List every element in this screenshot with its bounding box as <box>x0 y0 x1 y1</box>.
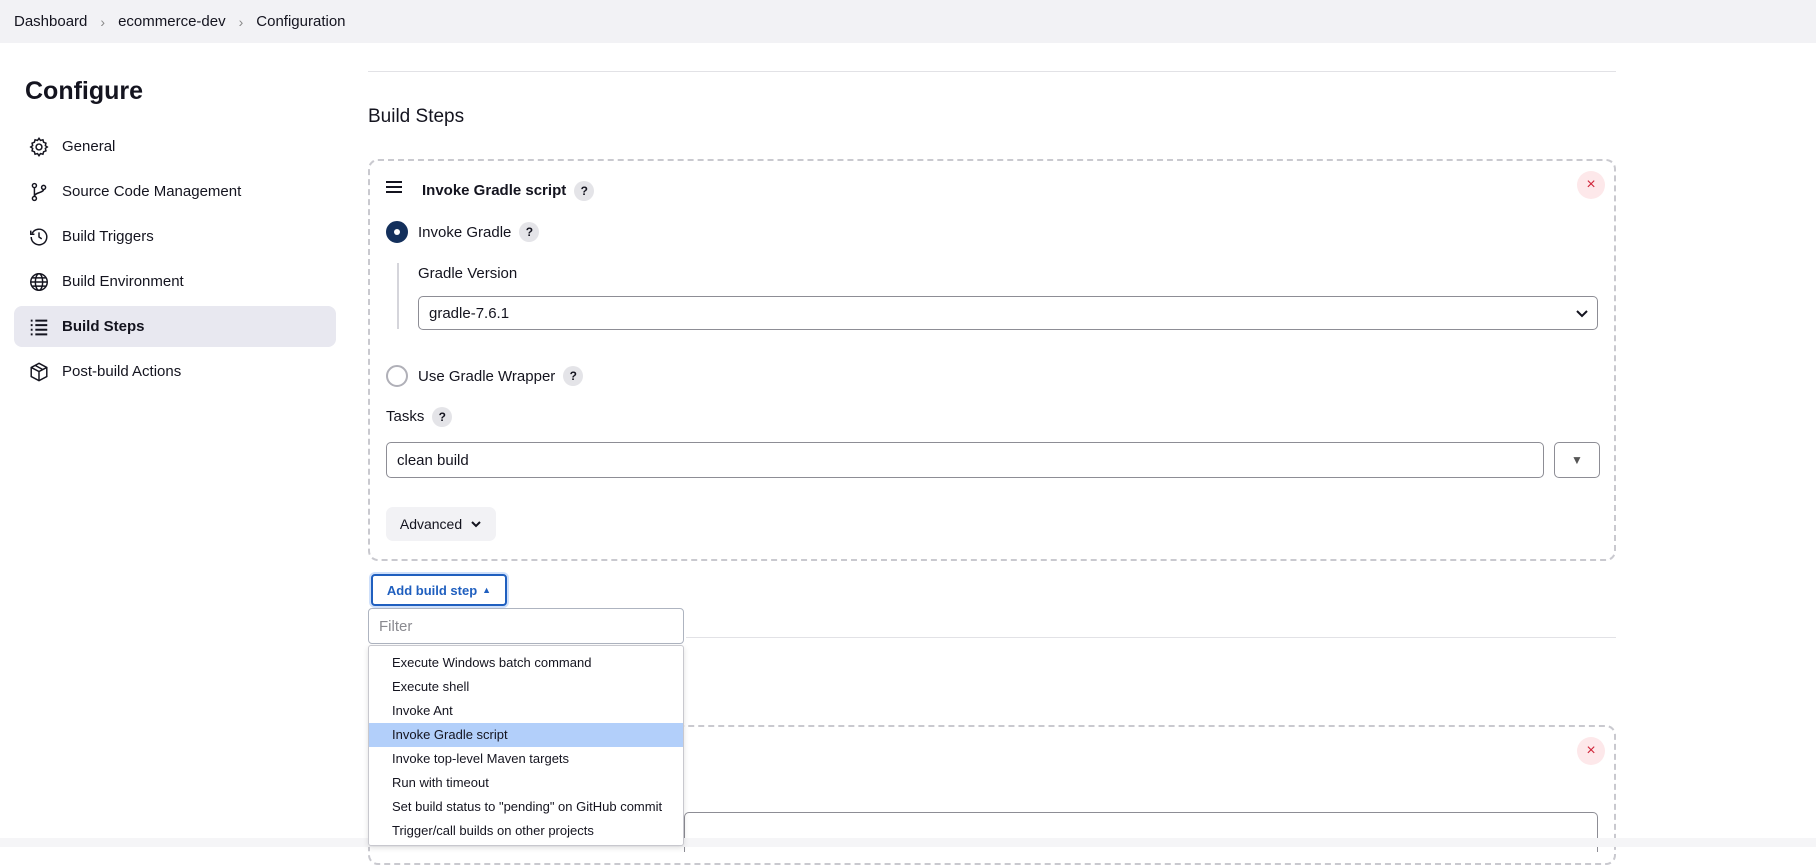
tasks-input[interactable]: clean build <box>386 442 1544 478</box>
menu-item-execute-shell[interactable]: Execute shell <box>369 675 683 699</box>
sidebar-item-label: Source Code Management <box>62 183 242 200</box>
sidebar-item-build-steps[interactable]: Build Steps <box>14 306 336 347</box>
caret-up-icon: ▲ <box>482 585 492 595</box>
sidebar-item-source-code-management[interactable]: Source Code Management <box>14 171 336 212</box>
chevron-down-icon <box>1576 310 1588 318</box>
tasks-label-row: Tasks? <box>386 407 453 427</box>
breadcrumb: Dashboard › ecommerce-dev › Configuratio… <box>0 0 1816 43</box>
globe-icon <box>28 271 50 293</box>
option-invoke-gradle-label: Invoke Gradle <box>418 223 512 241</box>
page-title: Configure <box>25 77 144 105</box>
breadcrumb-configuration[interactable]: Configuration <box>256 13 345 30</box>
section-divider <box>368 71 1616 72</box>
list-icon <box>28 316 50 338</box>
sidebar-item-label: Build Steps <box>62 318 145 335</box>
tasks-dropdown-button[interactable]: ▼ <box>1554 442 1600 478</box>
sidebar: Configure General Source Code Management… <box>14 43 336 396</box>
section-title-build-steps: Build Steps <box>368 106 465 127</box>
gradle-version-select[interactable]: gradle-7.6.1 <box>418 296 1598 330</box>
option-use-gradle-wrapper[interactable]: Use Gradle Wrapper ? <box>386 365 584 387</box>
breadcrumb-dashboard[interactable]: Dashboard <box>14 13 87 30</box>
help-icon[interactable]: ? <box>519 222 540 242</box>
radio-checked[interactable] <box>386 221 408 243</box>
menu-item-trigger-builds[interactable]: Trigger/call builds on other projects <box>369 819 683 843</box>
git-branch-icon <box>28 181 50 203</box>
filter-input[interactable]: Filter <box>368 608 684 644</box>
chevron-right-icon: › <box>100 13 106 30</box>
remove-step-button[interactable]: × <box>1577 737 1605 765</box>
menu-item-invoke-maven-targets[interactable]: Invoke top-level Maven targets <box>369 747 683 771</box>
gradle-version-label: Gradle Version <box>418 265 518 282</box>
breadcrumb-project[interactable]: ecommerce-dev <box>118 13 226 30</box>
section-divider <box>686 637 1616 638</box>
radio-unchecked[interactable] <box>386 365 408 387</box>
main-content: Build Steps Invoke Gradle script? × Invo… <box>368 43 1616 865</box>
build-step-card: Invoke Gradle script? × Invoke Gradle ? … <box>368 159 1616 561</box>
sidebar-item-build-environment[interactable]: Build Environment <box>14 261 336 302</box>
help-icon[interactable]: ? <box>563 366 584 386</box>
sidebar-item-post-build-actions[interactable]: Post-build Actions <box>14 351 336 392</box>
add-build-step-button[interactable]: Add build step ▲ <box>371 574 507 606</box>
sidebar-item-label: General <box>62 138 116 155</box>
menu-item-run-with-timeout[interactable]: Run with timeout <box>369 771 683 795</box>
build-step-menu: Execute Windows batch command Execute sh… <box>368 645 684 846</box>
help-icon[interactable]: ? <box>574 181 595 201</box>
option-use-gradle-wrapper-label: Use Gradle Wrapper <box>418 367 556 385</box>
package-icon <box>28 361 50 383</box>
option-invoke-gradle[interactable]: Invoke Gradle ? <box>386 221 540 243</box>
bottom-bar <box>0 838 1816 847</box>
menu-item-invoke-gradle-script[interactable]: Invoke Gradle script <box>369 723 683 747</box>
sidebar-item-build-triggers[interactable]: Build Triggers <box>14 216 336 257</box>
sidebar-item-label: Build Triggers <box>62 228 154 245</box>
chevron-right-icon: › <box>238 13 244 30</box>
drag-handle-icon[interactable] <box>386 181 402 196</box>
gear-icon <box>28 136 50 158</box>
sidebar-item-general[interactable]: General <box>14 126 336 167</box>
menu-item-invoke-ant[interactable]: Invoke Ant <box>369 699 683 723</box>
clock-icon <box>28 226 50 248</box>
help-icon[interactable]: ? <box>432 407 453 427</box>
sidebar-item-label: Build Environment <box>62 273 184 290</box>
advanced-button[interactable]: Advanced <box>386 507 496 541</box>
remove-step-button[interactable]: × <box>1577 171 1605 199</box>
sidebar-item-label: Post-build Actions <box>62 363 182 380</box>
menu-item-execute-windows-batch[interactable]: Execute Windows batch command <box>369 651 683 675</box>
chevron-down-icon <box>471 521 481 528</box>
build-step-title: Invoke Gradle script? <box>422 181 595 201</box>
menu-item-set-build-status-pending[interactable]: Set build status to "pending" on GitHub … <box>369 795 683 819</box>
